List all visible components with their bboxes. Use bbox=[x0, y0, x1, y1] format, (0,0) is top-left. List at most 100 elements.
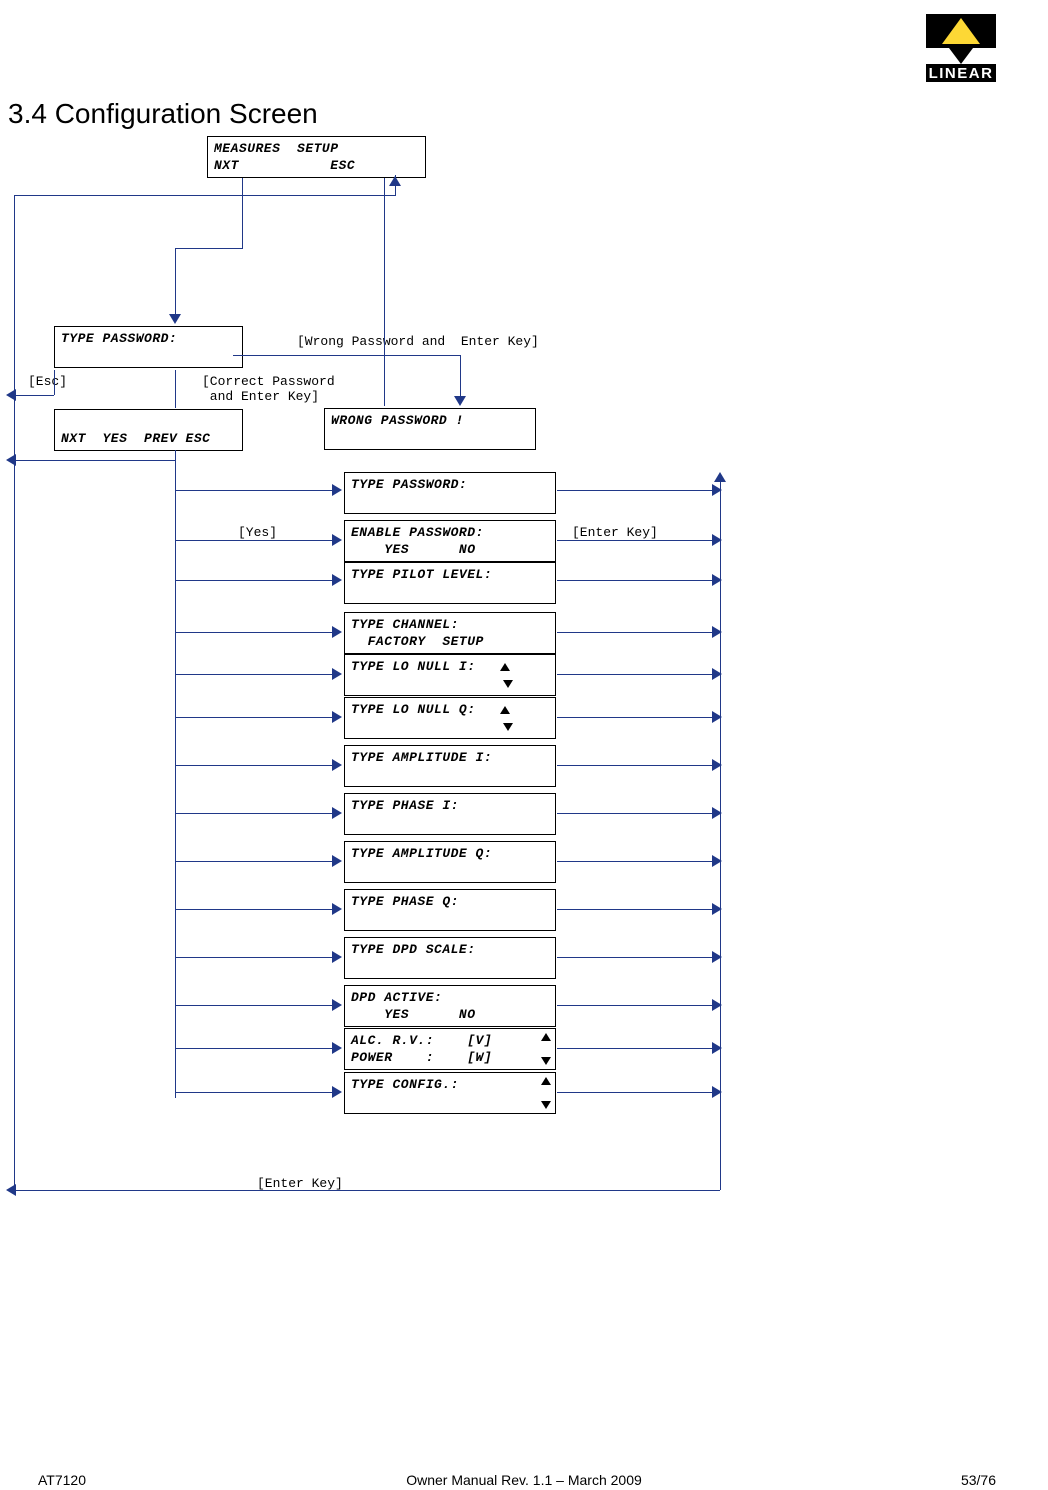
box-alc-rv: ALC. R.V.: [V] POWER : [W] bbox=[344, 1028, 556, 1070]
flow-line bbox=[175, 674, 334, 675]
flow-line bbox=[557, 540, 720, 541]
arrow-down-icon bbox=[169, 314, 181, 324]
flow-line bbox=[175, 248, 243, 249]
down-icon bbox=[541, 1057, 551, 1065]
flow-line bbox=[557, 1092, 720, 1093]
box-type-dpd-scale: TYPE DPD SCALE: bbox=[344, 937, 556, 979]
flow-line bbox=[175, 580, 334, 581]
arrow-right-icon bbox=[712, 574, 722, 586]
flow-line bbox=[557, 717, 720, 718]
flow-line bbox=[242, 178, 243, 248]
flow-line bbox=[175, 248, 176, 316]
box-type-lo-null-q: TYPE LO NULL Q: bbox=[344, 697, 556, 739]
arrow-right-icon bbox=[332, 855, 342, 867]
label-correct-password: [Correct Password and Enter Key] bbox=[202, 374, 335, 404]
flow-line bbox=[557, 861, 720, 862]
flow-line bbox=[175, 813, 334, 814]
flow-line bbox=[175, 450, 176, 1098]
flow-line bbox=[175, 957, 334, 958]
arrow-right-icon bbox=[712, 668, 722, 680]
arrow-right-icon bbox=[712, 534, 722, 546]
label-enter-key: [Enter Key] bbox=[572, 525, 658, 540]
box-type-amplitude-i: TYPE AMPLITUDE I: bbox=[344, 745, 556, 787]
arrow-right-icon bbox=[332, 1086, 342, 1098]
box-type-pilot-level: TYPE PILOT LEVEL: bbox=[344, 562, 556, 604]
arrow-right-icon bbox=[712, 855, 722, 867]
box-type-amplitude-q: TYPE AMPLITUDE Q: bbox=[344, 841, 556, 883]
arrow-left-icon bbox=[6, 1184, 16, 1196]
box-type-lo-null-i: TYPE LO NULL I: bbox=[344, 654, 556, 696]
box-lo-null-q-text: TYPE LO NULL Q: bbox=[351, 702, 500, 717]
box-type-config: TYPE CONFIG.: bbox=[344, 1072, 556, 1114]
arrow-down-icon bbox=[454, 396, 466, 406]
box-type-config-text: TYPE CONFIG.: bbox=[351, 1077, 492, 1109]
flow-line bbox=[14, 460, 175, 461]
box-wrong-password: WRONG PASSWORD ! bbox=[324, 408, 536, 450]
up-icon bbox=[500, 663, 510, 671]
flow-line bbox=[233, 355, 460, 356]
flow-line bbox=[460, 355, 461, 398]
flow-line bbox=[175, 861, 334, 862]
flow-line bbox=[384, 178, 385, 406]
box-type-password-top: TYPE PASSWORD: bbox=[54, 326, 243, 368]
flow-line bbox=[557, 580, 720, 581]
flow-line bbox=[175, 490, 334, 491]
arrow-right-icon bbox=[332, 1042, 342, 1054]
arrow-right-icon bbox=[332, 484, 342, 496]
flow-line bbox=[175, 1005, 334, 1006]
arrow-right-icon bbox=[332, 951, 342, 963]
box-lo-null-i-text: TYPE LO NULL I: bbox=[351, 659, 500, 674]
arrow-right-icon bbox=[332, 759, 342, 771]
arrow-right-icon bbox=[712, 903, 722, 915]
box-measures-setup: MEASURES SETUP NXT ESC bbox=[207, 136, 426, 178]
arrow-right-icon bbox=[712, 807, 722, 819]
arrow-right-icon bbox=[332, 711, 342, 723]
label-enter-key-bottom: [Enter Key] bbox=[257, 1176, 343, 1191]
up-icon bbox=[541, 1077, 551, 1085]
brand-logo: LINEAR bbox=[926, 14, 996, 82]
arrow-left-icon bbox=[6, 389, 16, 401]
down-icon bbox=[541, 1101, 551, 1109]
section-heading: 3.4 Configuration Screen bbox=[8, 98, 318, 130]
flow-line bbox=[557, 957, 720, 958]
flow-line bbox=[175, 540, 334, 541]
flow-line bbox=[14, 395, 54, 396]
arrow-right-icon bbox=[712, 1042, 722, 1054]
flow-line bbox=[557, 674, 720, 675]
flow-line bbox=[557, 909, 720, 910]
down-icon bbox=[503, 723, 513, 731]
up-icon bbox=[500, 706, 510, 714]
page: LINEAR 3.4 Configuration Screen MEASURES… bbox=[0, 0, 1048, 1490]
arrow-right-icon bbox=[332, 999, 342, 1011]
flow-line bbox=[557, 490, 720, 491]
box-nxt-yes-prev-esc: NXT YES PREV ESC bbox=[54, 409, 243, 451]
arrow-up-icon bbox=[389, 176, 401, 186]
flow-line bbox=[557, 813, 720, 814]
arrow-right-icon bbox=[332, 574, 342, 586]
flow-line bbox=[175, 1092, 334, 1093]
arrow-right-icon bbox=[712, 951, 722, 963]
arrow-right-icon bbox=[712, 711, 722, 723]
label-esc: [Esc] bbox=[28, 374, 67, 389]
flow-line bbox=[175, 909, 334, 910]
brand-logo-text: LINEAR bbox=[929, 65, 994, 82]
flow-line bbox=[557, 632, 720, 633]
flow-line bbox=[175, 370, 176, 408]
box-alc-rv-text: ALC. R.V.: [V] POWER : [W] bbox=[351, 1033, 492, 1065]
flow-line bbox=[557, 1005, 720, 1006]
flow-line bbox=[175, 632, 334, 633]
flow-line bbox=[14, 195, 396, 196]
arrow-right-icon bbox=[332, 807, 342, 819]
arrow-right-icon bbox=[332, 668, 342, 680]
arrow-right-icon bbox=[332, 534, 342, 546]
box-type-channel: TYPE CHANNEL: FACTORY SETUP bbox=[344, 612, 556, 654]
arrow-right-icon bbox=[332, 903, 342, 915]
arrow-right-icon bbox=[712, 759, 722, 771]
box-type-phase-i: TYPE PHASE I: bbox=[344, 793, 556, 835]
flow-line bbox=[175, 1048, 334, 1049]
arrow-left-icon bbox=[6, 454, 16, 466]
box-dpd-active: DPD ACTIVE: YES NO bbox=[344, 985, 556, 1027]
arrow-up-icon bbox=[714, 472, 726, 482]
footer-title: Owner Manual Rev. 1.1 – March 2009 bbox=[0, 1472, 1048, 1488]
flow-line bbox=[54, 370, 55, 395]
